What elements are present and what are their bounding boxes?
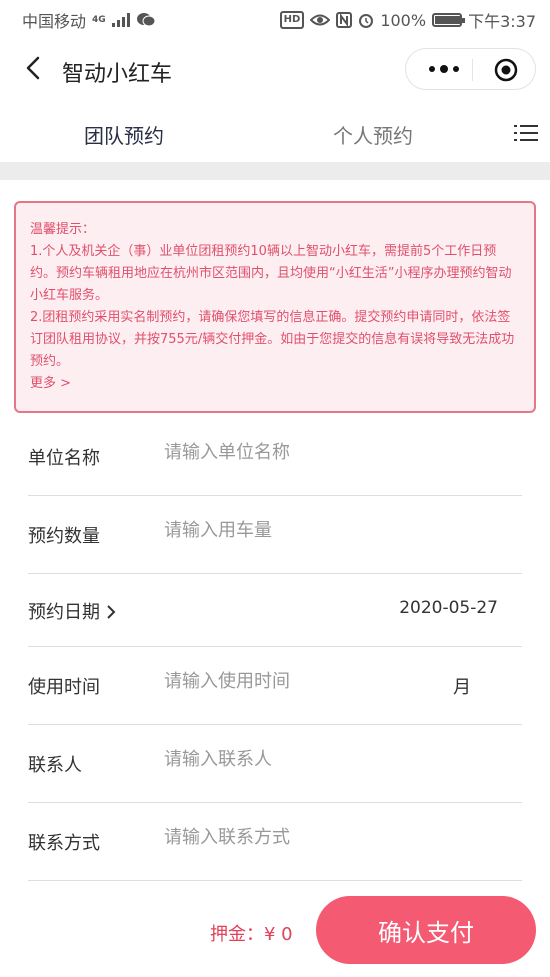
status-bar: 中国移动 4G HD 100% 下午3:37 bbox=[0, 0, 550, 38]
battery-fill bbox=[435, 16, 460, 24]
contact-label: 联系人 bbox=[28, 755, 82, 776]
notice-line-2: 2.团租预约采用实名制预约，请确保您填写的信息正确。提交预约申请同时，依法签订团… bbox=[30, 310, 515, 369]
duration-unit: 月 bbox=[453, 677, 471, 698]
alarm-icon bbox=[359, 14, 374, 28]
back-arrow-icon[interactable] bbox=[18, 52, 50, 84]
duration-input[interactable] bbox=[164, 671, 444, 692]
form-row-company: 单位名称 bbox=[28, 418, 522, 496]
company-input[interactable] bbox=[164, 442, 444, 463]
chevron-right-icon bbox=[107, 605, 116, 619]
wechat-icon bbox=[136, 13, 156, 27]
payment-footer: 押金：¥ 0 确认支付 bbox=[0, 892, 550, 977]
nav-bar: 智动小红车 bbox=[0, 38, 550, 102]
confirm-pay-button[interactable]: 确认支付 bbox=[316, 896, 536, 964]
battery-icon bbox=[432, 13, 466, 27]
clock-label: 下午3:37 bbox=[468, 12, 536, 31]
miniprogram-capsule bbox=[405, 48, 536, 90]
section-divider bbox=[0, 162, 550, 180]
battery-percent: 100% bbox=[380, 10, 427, 30]
close-target-icon[interactable] bbox=[493, 57, 519, 83]
phone-input[interactable] bbox=[164, 827, 444, 848]
company-label: 单位名称 bbox=[28, 448, 100, 469]
form-row-quantity: 预约数量 bbox=[28, 496, 522, 574]
quantity-label: 预约数量 bbox=[28, 526, 100, 547]
nfc-icon bbox=[336, 12, 353, 28]
signal-icon bbox=[111, 13, 130, 27]
form-row-duration: 使用时间 月 bbox=[28, 647, 522, 725]
eye-icon bbox=[310, 14, 331, 26]
date-label: 预约日期 bbox=[28, 602, 100, 623]
notice-heading: 温馨提示： bbox=[30, 222, 96, 237]
carrier-label: 中国移动 bbox=[22, 12, 87, 31]
contact-input[interactable] bbox=[164, 749, 444, 770]
notice-box: 温馨提示： 1.个人及机关企（事）业单位团租预约10辆以上智动小红车，需提前5个… bbox=[14, 201, 536, 413]
phone-label: 联系方式 bbox=[28, 833, 100, 854]
notice-more-link[interactable]: 更多 > bbox=[30, 373, 522, 395]
more-dots-icon[interactable] bbox=[424, 59, 464, 79]
booking-tabs: 团队预约 个人预约 bbox=[0, 104, 550, 162]
network-label: 4G bbox=[92, 15, 106, 25]
date-value[interactable]: 2020-05-27 bbox=[399, 598, 498, 618]
form-row-date[interactable]: 预约日期 2020-05-27 bbox=[28, 574, 522, 647]
tab-personal-booking[interactable]: 个人预约 bbox=[333, 120, 413, 149]
quantity-input[interactable] bbox=[164, 520, 444, 541]
form-row-contact: 联系人 bbox=[28, 725, 522, 803]
hd-badge: HD bbox=[279, 11, 305, 29]
duration-label: 使用时间 bbox=[28, 677, 100, 698]
tab-team-booking[interactable]: 团队预约 bbox=[84, 120, 164, 149]
list-menu-icon[interactable] bbox=[514, 123, 538, 143]
capsule-divider bbox=[472, 59, 473, 81]
deposit-amount: 押金：¥ 0 bbox=[210, 924, 293, 945]
status-left: 中国移动 4G bbox=[22, 8, 156, 32]
notice-line-1: 1.个人及机关企（事）业单位团租预约10辆以上智动小红车，需提前5个工作日预约。… bbox=[30, 244, 512, 303]
page-title: 智动小红车 bbox=[62, 62, 173, 87]
date-label-wrap: 预约日期 bbox=[28, 598, 116, 624]
form-row-phone: 联系方式 bbox=[28, 803, 522, 881]
status-right: HD 100% 下午3:37 bbox=[279, 8, 536, 32]
